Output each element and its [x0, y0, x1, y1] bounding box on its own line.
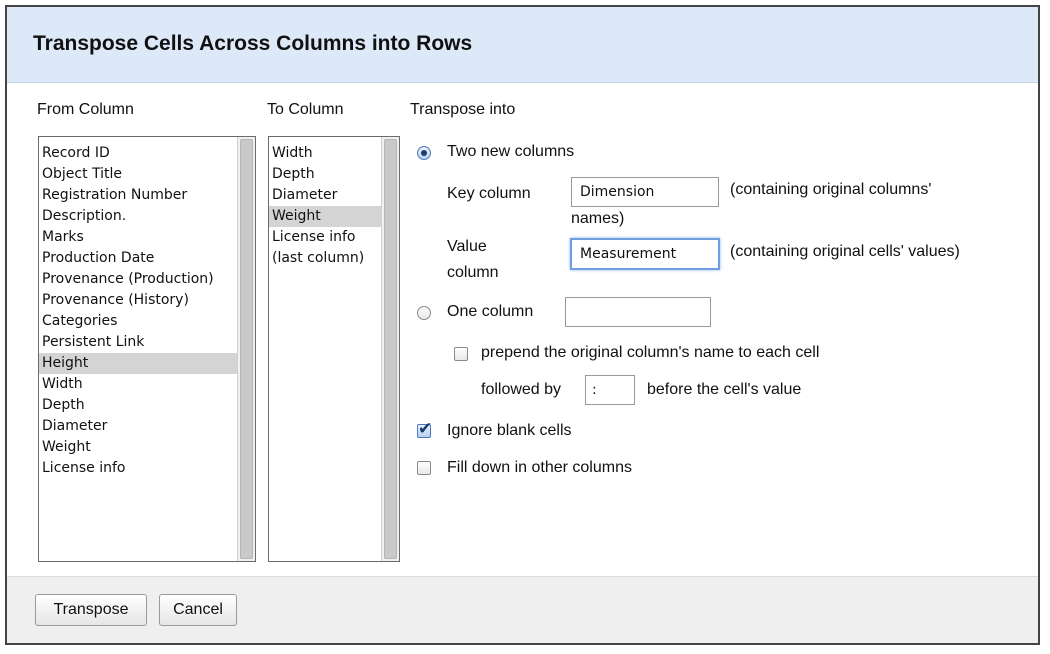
from-column-list-item[interactable]: Record ID: [39, 143, 238, 164]
to-column-list-item[interactable]: Weight: [269, 206, 382, 227]
from-column-list-item[interactable]: Provenance (History): [39, 290, 238, 311]
value-column-label-line2: column: [447, 264, 499, 281]
two-new-columns-radio[interactable]: [417, 146, 431, 160]
to-column-list-item[interactable]: Diameter: [269, 185, 382, 206]
from-column-list-item[interactable]: Marks: [39, 227, 238, 248]
from-column-list-item[interactable]: Registration Number: [39, 185, 238, 206]
ignore-blank-cells-checkbox[interactable]: ✔: [417, 419, 432, 439]
two-new-columns-label: Two new columns: [447, 143, 575, 160]
from-column-list-item[interactable]: Weight: [39, 437, 238, 458]
from-column-list-item[interactable]: Description.: [39, 206, 238, 227]
to-column-list-item[interactable]: Depth: [269, 164, 382, 185]
dialog-body: From Column To Column Transpose into Rec…: [7, 83, 1038, 587]
to-column-label: To Column: [267, 101, 344, 118]
from-column-scrollbar[interactable]: [237, 137, 255, 561]
to-column-scrollbar[interactable]: [381, 137, 399, 561]
to-column-list-item[interactable]: License info: [269, 227, 382, 248]
to-column-scroll-thumb[interactable]: [384, 139, 397, 559]
from-column-list-item[interactable]: Persistent Link: [39, 332, 238, 353]
prepend-checkbox[interactable]: [454, 347, 468, 361]
fill-down-checkbox[interactable]: [417, 461, 431, 475]
key-column-input[interactable]: Dimension: [571, 177, 719, 207]
ignore-blank-cells-label: Ignore blank cells: [447, 422, 572, 439]
from-column-list-item[interactable]: Object Title: [39, 164, 238, 185]
from-column-list-item[interactable]: Height: [39, 353, 238, 374]
separator-input[interactable]: :: [585, 375, 635, 405]
to-column-items: Width Depth Diameter Weight License info (las…: [269, 137, 382, 561]
transpose-dialog: Transpose Cells Across Columns into Rows…: [5, 5, 1040, 645]
value-column-label-line1: Value: [447, 238, 487, 255]
key-column-note-continued: names): [571, 210, 625, 227]
from-column-list-item[interactable]: Categories: [39, 311, 238, 332]
from-column-list-item[interactable]: Provenance (Production): [39, 269, 238, 290]
from-column-list-item[interactable]: Depth: [39, 395, 238, 416]
dialog-header: Transpose Cells Across Columns into Rows: [7, 7, 1038, 83]
one-column-label: One column: [447, 303, 534, 320]
from-column-list[interactable]: Record ID Object Title Registration Number…: [38, 136, 256, 562]
from-column-list-item[interactable]: License info: [39, 458, 238, 479]
fill-down-label: Fill down in other columns: [447, 459, 632, 476]
followed-by-label: followed by: [481, 381, 562, 398]
key-column-label: Key column: [447, 185, 531, 202]
from-column-list-item[interactable]: Diameter: [39, 416, 238, 437]
key-column-note: (containing original columns': [730, 181, 932, 198]
from-column-items: Record ID Object Title Registration Number…: [39, 137, 238, 561]
transpose-into-label: Transpose into: [410, 101, 516, 118]
to-column-list-item[interactable]: Width: [269, 143, 382, 164]
from-column-scroll-thumb[interactable]: [240, 139, 253, 559]
dialog-title: Transpose Cells Across Columns into Rows: [33, 32, 473, 55]
from-column-label: From Column: [37, 101, 134, 118]
radio-dot: [421, 150, 427, 156]
before-cell-value-label: before the cell's value: [647, 381, 802, 398]
value-column-note: (containing original cells' values): [730, 243, 960, 260]
transpose-button[interactable]: Transpose: [35, 594, 147, 626]
to-column-list-item[interactable]: (last column): [269, 248, 382, 269]
dialog-footer: Transpose Cancel: [7, 576, 1038, 643]
from-column-list-item[interactable]: Production Date: [39, 248, 238, 269]
one-column-input[interactable]: [565, 297, 711, 327]
prepend-label: prepend the original column's name to ea…: [481, 344, 820, 361]
from-column-list-item[interactable]: Width: [39, 374, 238, 395]
to-column-list[interactable]: Width Depth Diameter Weight License info (las…: [268, 136, 400, 562]
checkmark-icon: ✔: [418, 419, 433, 439]
value-column-input[interactable]: Measurement: [570, 238, 720, 270]
cancel-button[interactable]: Cancel: [159, 594, 237, 626]
one-column-radio[interactable]: [417, 306, 431, 320]
